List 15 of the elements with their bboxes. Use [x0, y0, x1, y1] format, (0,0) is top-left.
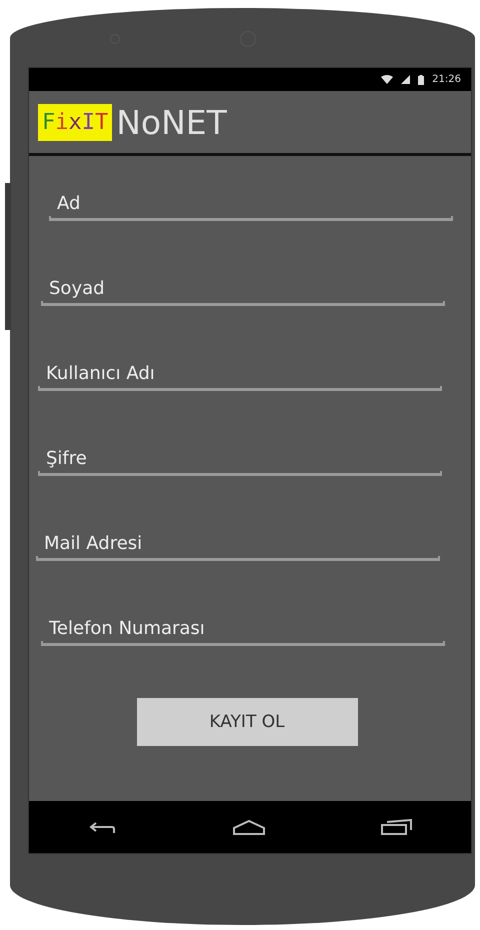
input-field[interactable]: Mail Adresi	[36, 528, 440, 561]
recent-apps-icon[interactable]	[381, 819, 413, 835]
status-time: 21:26	[432, 74, 461, 85]
app-logo: FixIT	[38, 104, 112, 140]
app-title: NoNET	[116, 102, 227, 142]
input-field[interactable]: Ad	[49, 188, 453, 221]
signal-icon	[401, 75, 410, 84]
home-icon[interactable]	[233, 819, 265, 835]
input-field[interactable]: Soyad	[41, 273, 445, 306]
battery-icon	[418, 74, 424, 84]
register-button[interactable]: KAYIT OL	[136, 698, 358, 746]
input-field[interactable]: Kullanıcı Adı	[38, 358, 442, 391]
wifi-icon	[381, 74, 394, 84]
input-field[interactable]: Şifre	[38, 443, 442, 476]
input-field[interactable]: Telefon Numarası	[41, 613, 445, 646]
